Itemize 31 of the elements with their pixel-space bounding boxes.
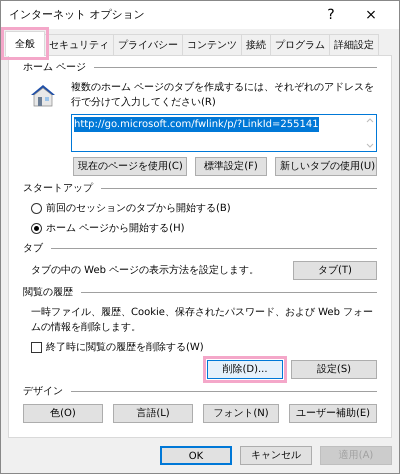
- section-title: デザイン: [23, 385, 63, 399]
- checkbox[interactable]: [31, 342, 42, 353]
- description-text: タブの中の Web ページの表示方法を設定します。: [31, 264, 260, 278]
- section-title: スタートアップ: [23, 182, 93, 196]
- radio-button[interactable]: [31, 203, 42, 214]
- button[interactable]: キャンセル: [240, 446, 312, 465]
- tab[interactable]: 詳細設定: [329, 34, 379, 56]
- button[interactable]: 標準設定(F): [195, 157, 267, 176]
- close-button[interactable]: ×: [351, 8, 391, 22]
- description-text: 複数のホーム ページのタブを作成するには、それぞれのアドレスを行で分けて入力してください(R): [71, 80, 376, 110]
- url-field[interactable]: http://go.microsoft.com/fwlink/p/?LinkId=255141: [71, 114, 377, 152]
- radio-label: ホーム ページから開始する(H): [46, 222, 185, 236]
- button[interactable]: 現在のページを使用(C): [73, 157, 187, 176]
- section-title: 閲覧の履歴: [23, 286, 73, 300]
- radio-label: 前回のセッションのタブから開始する(B): [46, 202, 231, 216]
- button[interactable]: OK: [160, 446, 232, 465]
- window-title: インターネット オプション: [9, 6, 146, 23]
- radio-button[interactable]: [31, 223, 42, 234]
- button[interactable]: タブ(T): [293, 261, 377, 280]
- section-title: ホーム ページ: [23, 61, 86, 75]
- checkbox-label: 終了時に閲覧の履歴を削除する(W): [46, 340, 204, 355]
- button[interactable]: 言語(L): [113, 404, 193, 423]
- button[interactable]: 色(O): [23, 404, 103, 423]
- button[interactable]: 新しいタブの使用(U): [275, 157, 377, 176]
- button[interactable]: ユーザー補助(E): [289, 404, 377, 423]
- description-text: 一時ファイル、履歴、Cookie、保存されたパスワード、および Web フォームの情報を削除します。: [30, 306, 374, 335]
- house-icon: [29, 82, 57, 108]
- button[interactable]: フォント(N): [203, 404, 279, 423]
- section-title: タブ: [23, 242, 43, 256]
- help-button[interactable]: ?: [311, 8, 351, 22]
- button[interactable]: 設定(S): [291, 360, 377, 379]
